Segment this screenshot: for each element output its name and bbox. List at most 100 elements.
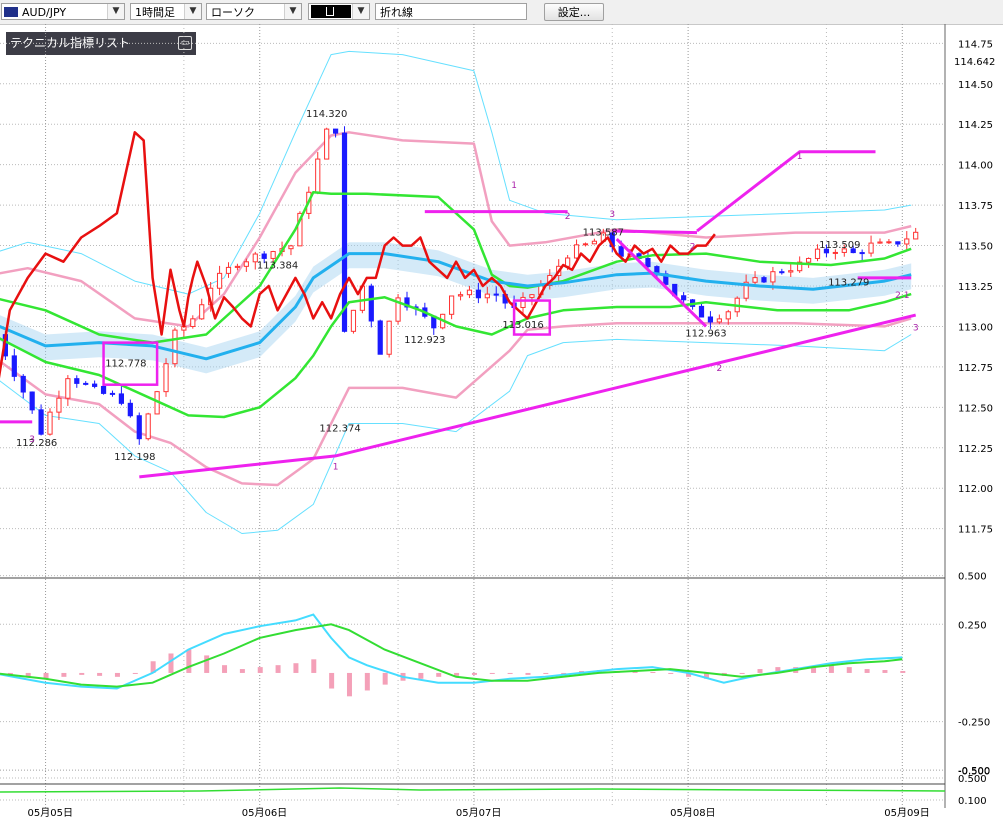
macd-histogram-bar	[168, 653, 174, 673]
candle-up	[716, 318, 722, 323]
candle-up	[886, 241, 892, 244]
line-type-select[interactable]: 折れ線	[375, 3, 527, 20]
candle-up	[47, 411, 53, 435]
candle-up	[145, 413, 151, 440]
macd-histogram-bar	[382, 672, 388, 685]
x-tick-label: 05月07日	[456, 807, 501, 819]
macd-y-tick: -0.250	[958, 718, 990, 729]
x-tick-label: 05月08日	[670, 807, 715, 819]
wave-label: 2	[565, 212, 571, 222]
y-tick-label: 112.75	[958, 363, 993, 374]
macd-histogram-bar	[186, 649, 192, 673]
candle-up	[252, 253, 258, 263]
color-swatch	[311, 5, 351, 18]
candle-up	[797, 261, 803, 272]
macd-histogram-bar	[579, 671, 585, 673]
price-annotation: 112.963	[685, 328, 726, 339]
candle-up	[814, 248, 821, 259]
macd-histogram-bar	[846, 667, 852, 673]
wave-label: 3	[29, 435, 35, 445]
y-tick-label: 114.00	[958, 161, 993, 172]
wave-label: 1	[797, 152, 803, 162]
candle-up	[529, 294, 535, 298]
chevron-down-icon[interactable]: ▼	[107, 4, 124, 19]
candle-up	[627, 253, 633, 257]
wave-label: 2.1	[895, 291, 909, 301]
macd-y-tick: 0.500	[958, 572, 987, 583]
candle-down	[100, 385, 107, 394]
candle-down	[493, 293, 499, 296]
candle-down	[109, 392, 116, 395]
timeframe-label: 1時間足	[135, 6, 175, 19]
candle-up	[752, 277, 758, 283]
symbol-select[interactable]: AUD/JPY ▼	[1, 3, 125, 20]
candle-up	[216, 272, 223, 289]
chart-grid	[0, 24, 946, 808]
price-annotation: 112.923	[404, 335, 445, 346]
timeframe-select[interactable]: 1時間足 ▼	[130, 3, 202, 20]
price-annotation: 113.384	[257, 260, 298, 271]
highlight-box	[512, 299, 552, 336]
price-annotation: 112.778	[105, 358, 146, 369]
candle-up	[172, 329, 178, 365]
macd-histogram-bar	[436, 672, 442, 677]
restore-icon[interactable]: ▭	[178, 36, 192, 50]
macd-histogram-bar	[489, 672, 495, 674]
candle-down	[502, 293, 508, 304]
macd-histogram-bar	[25, 672, 31, 677]
trend-line	[615, 238, 708, 328]
macd-histogram-bar	[900, 671, 906, 673]
macd-line	[0, 613, 903, 690]
trend-line	[612, 229, 698, 235]
price-annotation: 112.374	[319, 424, 360, 435]
candle-up	[163, 363, 169, 393]
candle-up	[520, 296, 526, 308]
y-tick-label: 114.50	[958, 80, 993, 91]
macd-histogram-bar	[668, 672, 674, 674]
chevron-down-icon[interactable]: ▼	[284, 4, 301, 19]
candle-up	[324, 128, 330, 160]
candle-down	[38, 409, 44, 435]
toolbar: AUD/JPY ▼ 1時間足 ▼ ローソク ▼ ▼ 折れ線 設定...	[0, 0, 1003, 25]
macd-histogram-bar	[721, 672, 727, 676]
candle-down	[859, 252, 865, 255]
candle-up	[466, 289, 473, 296]
macd-histogram-bar	[114, 672, 120, 677]
candle-up	[359, 285, 365, 311]
chevron-down-icon[interactable]: ▼	[184, 4, 201, 19]
line-type-label: 折れ線	[380, 6, 413, 19]
macd-histogram-bar	[257, 667, 263, 673]
chart-style-select[interactable]: ローソク ▼	[206, 3, 302, 20]
candle-down	[404, 297, 410, 308]
candle-down	[850, 248, 856, 254]
y-tick-label: 114.25	[958, 120, 993, 131]
chevron-down-icon[interactable]: ▼	[352, 4, 369, 19]
candle-down	[681, 295, 687, 301]
y-tick-label: 113.75	[958, 201, 993, 212]
indicator-list-panel[interactable]: テクニカル指標リスト ▭	[6, 32, 196, 55]
macd-histogram-bar	[204, 655, 210, 673]
signal-line	[0, 623, 903, 688]
macd-histogram-bar	[222, 665, 228, 673]
sub-y-tick: 0.100	[958, 796, 987, 807]
candle-up	[600, 232, 606, 242]
trend-line	[139, 313, 917, 479]
wave-label: 2	[716, 364, 722, 374]
macd-histogram-bar	[596, 670, 602, 673]
candle-up	[538, 284, 544, 296]
color-select[interactable]: ▼	[308, 3, 370, 20]
macd-histogram-bar	[811, 666, 817, 673]
macd-histogram-bar	[793, 667, 799, 673]
candle-up	[181, 325, 187, 331]
candle-down	[698, 305, 705, 318]
candle-up	[582, 243, 589, 246]
candle-up	[832, 251, 838, 254]
price-chart[interactable]: 114.320 113.384 112.923 113.016 113.587 112.9…	[0, 0, 1003, 822]
macd-histogram-bar	[400, 672, 406, 681]
macd-histogram-bar	[775, 667, 781, 673]
cloud-area	[0, 242, 912, 374]
macd-histogram-bar	[239, 669, 245, 673]
settings-button[interactable]: 設定...	[544, 3, 604, 21]
price-annotation: 114.320	[306, 109, 347, 120]
candle-down	[431, 315, 437, 329]
